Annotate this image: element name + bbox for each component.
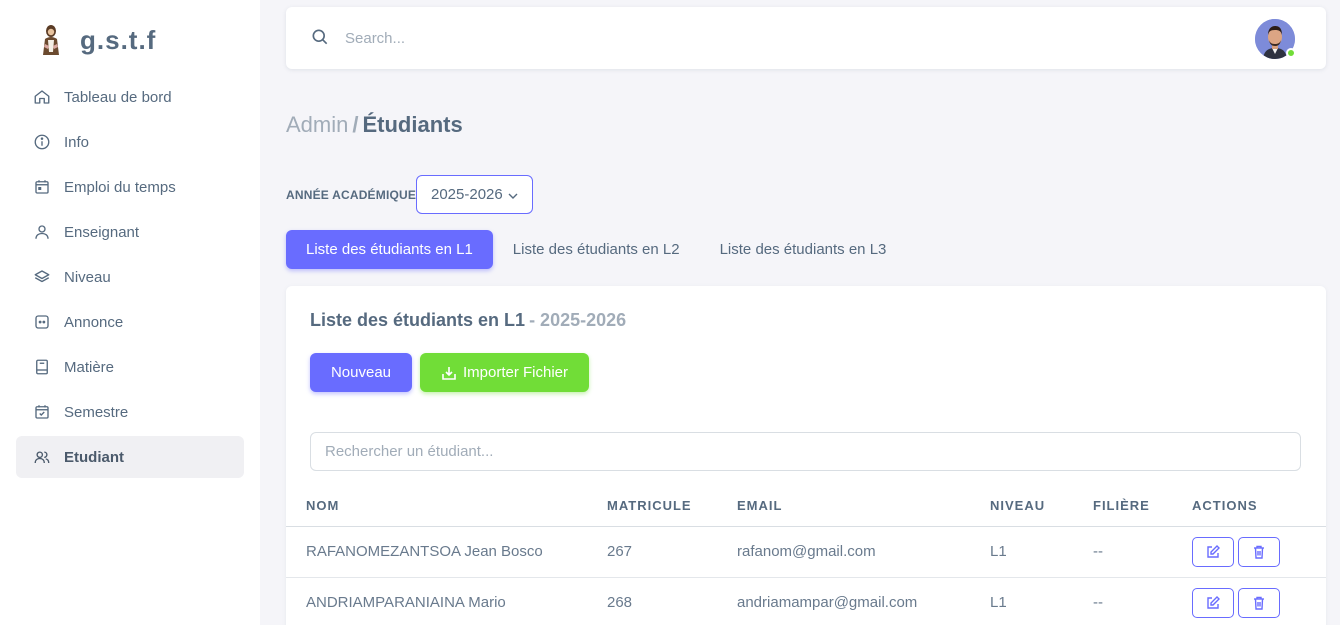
sidebar-item-label: Matière [64,358,115,376]
cell-niveau: L1 [970,577,1073,625]
sidebar-item-niveau[interactable]: Niveau [16,256,244,298]
level-tabs: Liste des étudiants en L1 Liste des étud… [286,230,906,269]
sidebar-item-emploi-du-temps[interactable]: Emploi du temps [16,166,244,208]
cell-nom: ANDRIAMPARANIAINA Mario [286,577,587,625]
edit-button[interactable] [1192,587,1234,618]
student-search-input[interactable] [310,432,1301,471]
cell-actions [1172,526,1326,578]
card-title: Liste des étudiants en L1- 2025-2026 [310,310,626,331]
page-title: Étudiants [362,112,463,137]
cell-matricule: 268 [587,577,717,625]
download-icon [441,365,457,381]
breadcrumb-parent[interactable]: Admin [286,112,348,137]
user-icon [33,223,51,241]
search-input[interactable] [345,26,745,50]
card-title-year: - 2025-2026 [529,310,627,330]
chevron-down-icon [507,189,519,201]
sidebar-item-semestre[interactable]: Semestre [16,391,244,433]
column-header-matricule[interactable]: Matricule [587,486,717,527]
breadcrumb-separator: / [352,112,359,137]
search-icon[interactable] [310,27,330,47]
sidebar-item-label: Annonce [64,313,124,331]
table-header-row: Nom Matricule Email Niveau Filière Actio… [286,486,1326,527]
new-student-button[interactable]: Nouveau [310,353,412,392]
sidebar-item-enseignant[interactable]: Enseignant [16,211,244,253]
column-header-email[interactable]: Email [717,486,970,527]
academic-year-select[interactable]: 2025-2026 [416,175,533,214]
book-icon [33,358,51,376]
tab-l2[interactable]: Liste des étudiants en L2 [493,230,700,269]
students-card: Liste des étudiants en L1- 2025-2026 Nou… [286,286,1326,625]
cell-nom: RAFANOMEZANTSOA Jean Bosco [286,526,587,578]
cell-email: rafanom@gmail.com [717,526,970,578]
tab-l3[interactable]: Liste des étudiants en L3 [700,230,907,269]
sidebar-item-label: Enseignant [64,223,140,241]
sidebar-item-label: Info [64,133,90,151]
sidebar-item-label: Tableau de bord [64,88,172,106]
sidebar-item-tableau-de-bord[interactable]: Tableau de bord [16,76,244,118]
layers-icon [33,268,51,286]
trash-icon [1254,596,1264,610]
academic-year-label: ANNÉE ACADÉMIQUE: [286,188,421,202]
cell-niveau: L1 [970,526,1073,578]
academic-year-value: 2025-2026 [431,186,503,203]
column-header-nom[interactable]: Nom [286,486,587,527]
edit-icon [1207,595,1220,609]
brand-logo [37,24,65,56]
column-header-actions: Actions [1172,486,1326,527]
table-row: RAFANOMEZANTSOA Jean Bosco 267 rafanom@g… [286,526,1326,578]
cell-matricule: 267 [587,526,717,578]
users-icon [33,448,51,466]
sidebar-item-label: Emploi du temps [64,178,176,196]
message-icon [33,313,51,331]
top-navbar [286,7,1326,69]
brand[interactable]: g.s.t.f [37,24,156,56]
cell-filiere: -- [1073,577,1172,625]
avatar[interactable] [1255,19,1296,59]
cell-actions [1172,577,1326,625]
sidebar-menu: Tableau de bord Info Emploi du temps Ens… [16,76,244,481]
students-table: Nom Matricule Email Niveau Filière Actio… [286,486,1326,625]
sidebar: g.s.t.f Tableau de bord Info Emploi du t… [0,0,260,625]
trash-icon [1254,545,1264,559]
home-icon [33,88,51,106]
column-header-filiere[interactable]: Filière [1073,486,1172,527]
cell-filiere: -- [1073,526,1172,578]
sidebar-item-annonce[interactable]: Annonce [16,301,244,343]
sidebar-item-info[interactable]: Info [16,121,244,163]
brand-name: g.s.t.f [80,24,157,55]
calendar-check-icon [33,403,51,421]
sidebar-item-label: Niveau [64,268,111,286]
table-row: ANDRIAMPARANIAINA Mario 268 andriamampar… [286,577,1326,625]
import-file-button[interactable]: Importer Fichier [420,353,589,392]
calendar-icon [33,178,51,196]
card-title-text: Liste des étudiants en L1 [310,310,526,330]
delete-button[interactable] [1238,587,1280,618]
info-icon [33,133,51,151]
edit-icon [1207,544,1220,558]
sidebar-item-label: Semestre [64,403,129,421]
column-header-niveau[interactable]: Niveau [970,486,1073,527]
online-status-dot [1286,48,1296,58]
sidebar-item-etudiant[interactable]: Etudiant [16,436,244,478]
tab-l1[interactable]: Liste des étudiants en L1 [286,230,493,269]
cell-email: andriamampar@gmail.com [717,577,970,625]
sidebar-item-matiere[interactable]: Matière [16,346,244,388]
import-file-label: Importer Fichier [462,364,569,381]
breadcrumb: Admin / Étudiants [286,112,463,138]
sidebar-item-label: Etudiant [64,448,124,466]
delete-button[interactable] [1238,536,1280,567]
edit-button[interactable] [1192,536,1234,567]
